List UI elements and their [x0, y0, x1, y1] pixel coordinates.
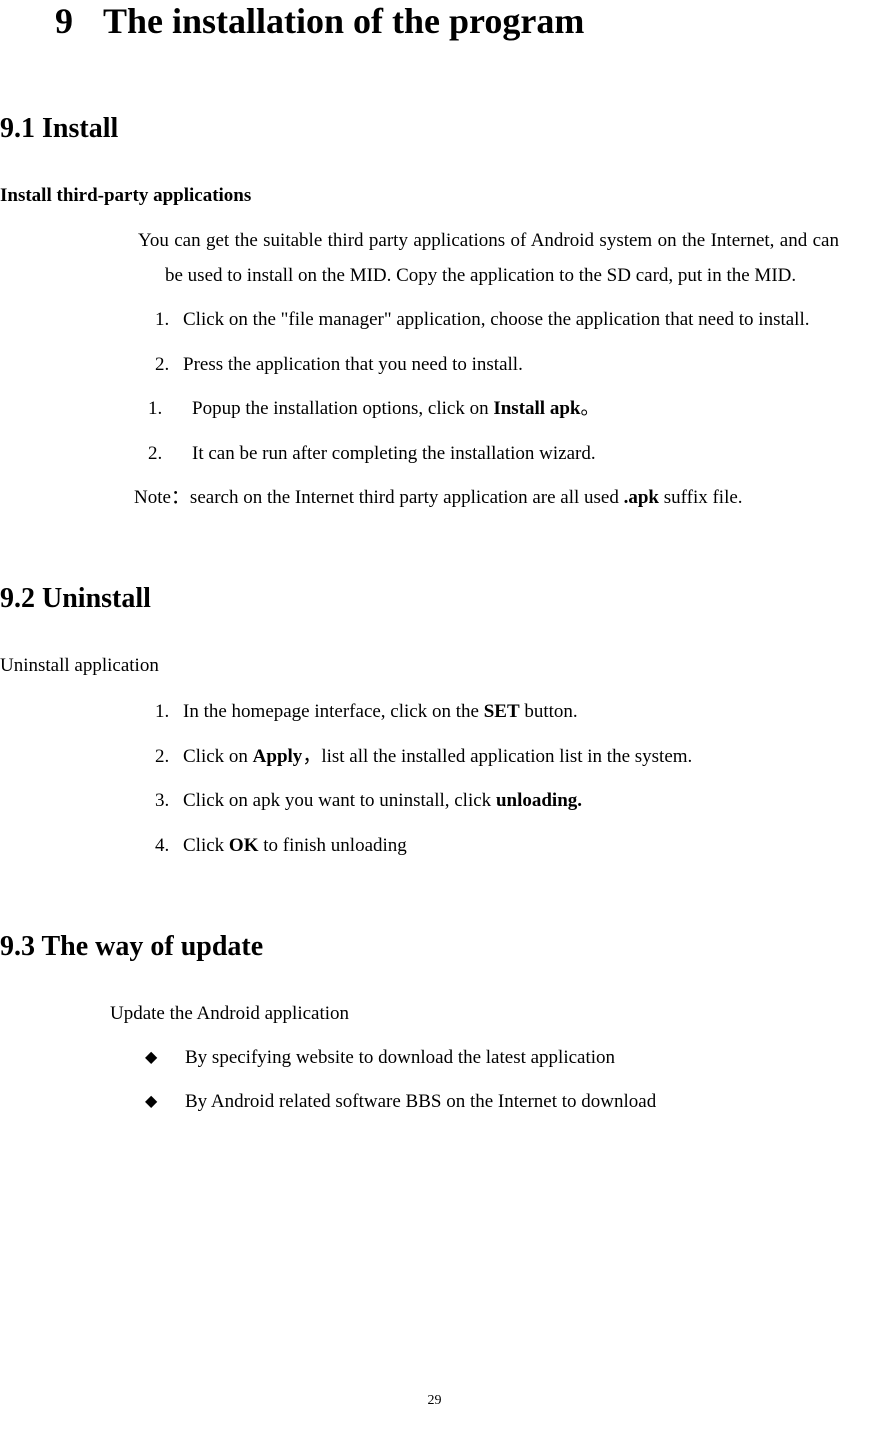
document-page: 9 The installation of the program 9.1 Ins… — [0, 0, 869, 1118]
list-item: 4. Click OK to finish unloading — [155, 831, 839, 861]
list-number: 2. — [155, 742, 169, 772]
list-item: 3. Click on apk you want to uninstall, c… — [155, 786, 839, 816]
section-92-heading: 9.2 Uninstall — [0, 583, 849, 615]
list-item: 2. It can be run after completing the in… — [148, 439, 839, 469]
list-text: In the homepage interface, click on the … — [183, 701, 578, 722]
install-subheading: Install third-party applications — [0, 185, 849, 207]
list-item: ◆ By specifying website to download the … — [145, 1043, 849, 1073]
list-number: 1. — [148, 394, 162, 424]
list-item: ◆ By Android related software BBS on the… — [145, 1087, 849, 1117]
list-text: Click on apk you want to uninstall, clic… — [183, 790, 582, 811]
bold-text: SET — [484, 701, 520, 722]
bold-text: OK — [229, 835, 259, 856]
chapter-title: 9 The installation of the program — [0, 0, 849, 43]
list-item: 2. Click on Apply，list all the installed… — [155, 742, 839, 772]
list-number: 4. — [155, 831, 169, 861]
section-91-heading: 9.1 Install — [0, 113, 849, 145]
uninstall-list: 1. In the homepage interface, click on t… — [155, 697, 839, 861]
list-text: Click on the "file manager" application,… — [183, 309, 810, 330]
update-bullet-list: ◆ By specifying website to download the … — [145, 1043, 849, 1118]
diamond-icon: ◆ — [145, 1089, 157, 1115]
install-list-1: 1. Click on the "file manager" applicati… — [155, 305, 839, 380]
list-text: Popup the installation options, click on… — [192, 398, 599, 419]
bold-text: Apply — [253, 746, 303, 767]
install-list-2: 1. Popup the installation options, click… — [148, 394, 839, 469]
list-text: Press the application that you need to i… — [183, 354, 523, 375]
install-intro: You can get the suitable third party app… — [165, 223, 839, 293]
list-text: Click OK to finish unloading — [183, 835, 407, 856]
list-number: 3. — [155, 786, 169, 816]
list-number: 2. — [155, 350, 169, 380]
chapter-number: 9 — [55, 0, 73, 43]
list-text: Click on Apply，list all the installed ap… — [183, 746, 692, 767]
bold-text: unloading. — [496, 790, 582, 811]
list-item: 2. Press the application that you need t… — [155, 350, 839, 380]
bold-text: Install apk — [493, 398, 580, 419]
list-text: By specifying website to download the la… — [185, 1047, 615, 1068]
list-number: 2. — [148, 439, 162, 469]
list-number: 1. — [155, 305, 169, 335]
list-text: By Android related software BBS on the I… — [185, 1091, 656, 1112]
list-item: 1. In the homepage interface, click on t… — [155, 697, 839, 727]
list-text: It can be run after completing the insta… — [192, 443, 596, 464]
uninstall-subheading: Uninstall application — [0, 655, 849, 677]
list-item: 1. Popup the installation options, click… — [148, 394, 839, 424]
list-number: 1. — [155, 697, 169, 727]
chapter-title-text: The installation of the program — [103, 1, 584, 41]
bold-text: .apk — [624, 487, 659, 508]
diamond-icon: ◆ — [145, 1045, 157, 1071]
update-intro: Update the Android application — [110, 1003, 849, 1025]
install-note: Note：search on the Internet third party … — [134, 483, 839, 513]
page-number: 29 — [428, 1393, 442, 1409]
section-93-heading: 9.3 The way of update — [0, 931, 849, 963]
list-item: 1. Click on the "file manager" applicati… — [155, 305, 839, 335]
